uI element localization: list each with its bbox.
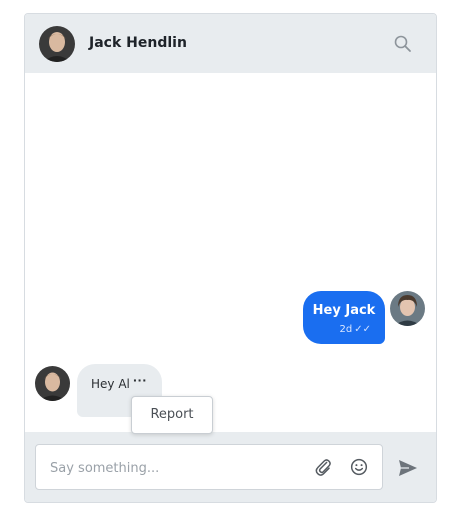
outgoing-message-bubble[interactable]: Hey Jack 2d ✓✓ <box>303 291 385 344</box>
smiley-icon[interactable] <box>348 456 370 478</box>
chat-window: Jack Hendlin Hey Jack 2d ✓✓ Hey Al ··· R… <box>24 13 437 503</box>
message-time: 2d <box>339 324 353 335</box>
search-icon[interactable] <box>391 32 415 56</box>
chat-header: Jack Hendlin <box>25 14 436 73</box>
send-icon[interactable] <box>396 456 420 480</box>
message-options-menu: Report <box>131 396 213 434</box>
contact-message-avatar <box>35 366 70 401</box>
report-menu-item[interactable]: Report <box>132 407 212 422</box>
composer-bar <box>25 432 436 502</box>
message-meta: 2d ✓✓ <box>340 324 371 335</box>
outgoing-message-text: Hey Jack <box>312 303 376 318</box>
message-input-box <box>35 444 383 490</box>
incoming-message-text: Hey Al <box>91 377 130 391</box>
contact-name: Jack Hendlin <box>89 35 187 51</box>
my-avatar <box>390 291 425 326</box>
paperclip-icon[interactable] <box>312 456 334 478</box>
read-receipt-icon: ✓✓ <box>354 324 371 335</box>
message-options-icon[interactable]: ··· <box>133 372 147 388</box>
contact-avatar[interactable] <box>39 26 75 62</box>
message-input[interactable] <box>48 457 292 479</box>
